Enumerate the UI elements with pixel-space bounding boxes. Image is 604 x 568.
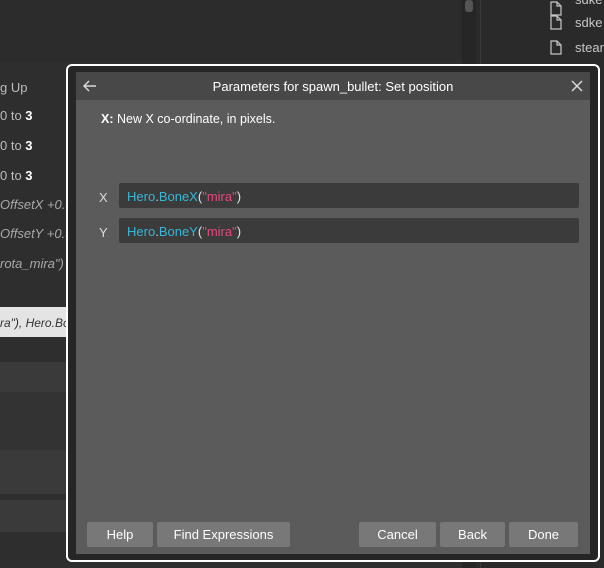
expression-object: Hero (127, 224, 156, 239)
param-y-input[interactable]: Hero.BoneY("mira") (119, 218, 579, 243)
event-line: rota_mira") (0, 256, 64, 271)
event-line: 0 to 3 (0, 138, 33, 153)
help-button[interactable]: Help (87, 522, 153, 547)
close-icon[interactable] (567, 76, 587, 96)
dialog-titlebar: Parameters for spawn_bullet: Set positio… (76, 72, 590, 100)
expression-function: BoneX (158, 189, 198, 204)
event-line: 0 to 3 (0, 168, 33, 183)
param-label-x: X (99, 190, 108, 205)
expression-object: Hero (127, 189, 156, 204)
done-button[interactable]: Done (509, 522, 578, 547)
parameter-description: X: New X co-ordinate, in pixels. (101, 112, 276, 126)
file-icon (550, 40, 562, 55)
dialog-title: Parameters for spawn_bullet: Set positio… (212, 79, 454, 94)
event-line: g Up (0, 80, 28, 95)
expression-paren: ) (236, 189, 242, 204)
file-icon (550, 15, 562, 30)
expression-paren: ) (236, 224, 242, 239)
scrollbar-thumb[interactable] (465, 0, 473, 12)
file-icon (550, 1, 562, 16)
event-line: 0 to 3 (0, 108, 33, 123)
back-button[interactable]: Back (440, 522, 505, 547)
find-expressions-button[interactable]: Find Expressions (157, 522, 290, 547)
param-label-y: Y (99, 225, 108, 240)
event-sheet-top-area (0, 0, 470, 62)
param-x-input[interactable]: Hero.BoneX("mira") (119, 183, 579, 208)
parameters-dialog: Parameters for spawn_bullet: Set positio… (76, 72, 590, 554)
cancel-button[interactable]: Cancel (359, 522, 436, 547)
expression-function: BoneY (158, 224, 198, 239)
expression-string: "mira" (202, 224, 237, 239)
expression-string: "mira" (202, 189, 237, 204)
